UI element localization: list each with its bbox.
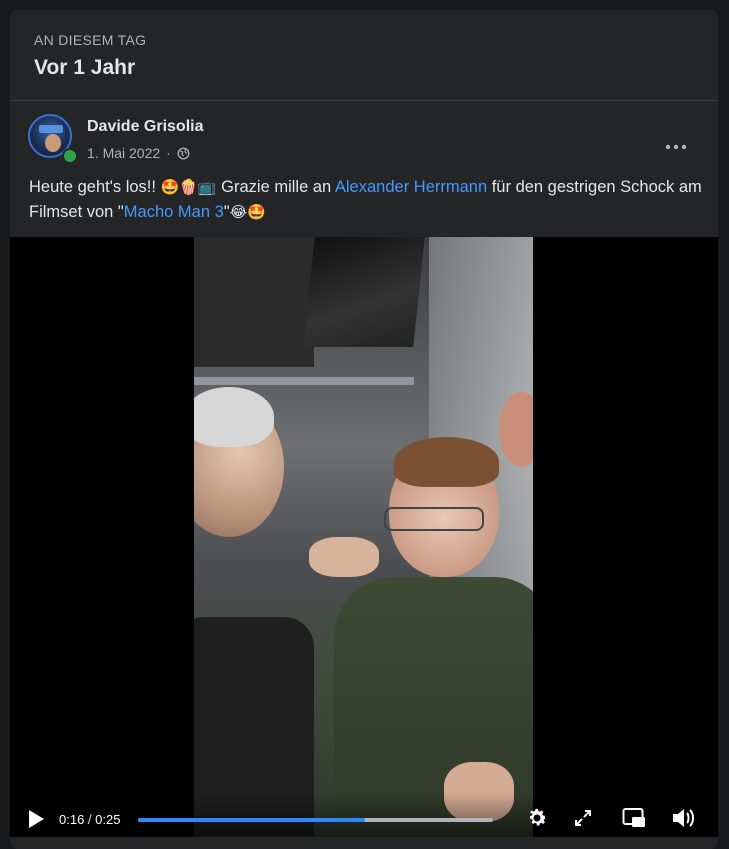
current-time: 0:16 (59, 812, 85, 827)
memory-header: AN DIESEM TAG Vor 1 Jahr (10, 10, 718, 100)
mention-link[interactable]: Alexander Herrmann (335, 178, 487, 196)
meta-separator: · (166, 145, 171, 161)
memory-headline: Vor 1 Jahr (34, 56, 136, 79)
time-display: 0:16 / 0:25 (59, 812, 120, 827)
memory-card: AN DIESEM TAG Vor 1 Jahr Davide Grisolia… (10, 10, 718, 849)
author-name[interactable]: Davide Grisolia (87, 118, 204, 136)
title-link[interactable]: Macho Man 3 (124, 203, 224, 221)
video-scene-rack (194, 377, 414, 385)
post-date[interactable]: 1. Mai 2022 (87, 145, 160, 161)
video-scene-left-hair (194, 387, 274, 447)
video-scene-glasses (384, 507, 484, 531)
post-text: Heute geht's los!! 🤩🍿📺 Grazie mille an A… (29, 175, 709, 225)
volume-icon[interactable] (670, 804, 698, 832)
post-meta: 1. Mai 2022 · (87, 145, 190, 161)
video-scene-banner (194, 237, 314, 367)
memory-eyebrow: AN DIESEM TAG (34, 32, 147, 48)
avatar-screen-shape (39, 125, 63, 133)
more-options-icon (665, 133, 687, 156)
video-player[interactable]: 0:16 / 0:25 (10, 237, 718, 837)
avatar-face-shape (45, 134, 61, 152)
picture-in-picture-icon[interactable] (620, 804, 648, 832)
settings-icon[interactable] (523, 804, 551, 832)
more-options-button[interactable] (658, 126, 694, 162)
emoji-group-2: 😂🤩 (229, 204, 266, 221)
video-controls: 0:16 / 0:25 (10, 792, 718, 837)
emoji-group-1: 🤩🍿📺 (160, 179, 217, 196)
video-scene-flag (303, 237, 425, 347)
video-scene-right-hair (394, 437, 499, 487)
post-text-part1: Heute geht's los!! (29, 178, 161, 196)
play-icon[interactable] (26, 808, 46, 830)
post-header: Davide Grisolia 1. Mai 2022 · (10, 110, 718, 170)
online-status-icon (62, 148, 78, 164)
divider (10, 100, 718, 101)
duration: 0:25 (95, 812, 121, 827)
video-scene-hand (309, 537, 379, 577)
progress-fill (138, 818, 366, 822)
post-text-part2: Grazie mille an (216, 178, 335, 196)
video-frame (194, 237, 533, 837)
time-separator: / (84, 812, 96, 827)
fullscreen-icon[interactable] (569, 804, 597, 832)
progress-bar[interactable] (138, 818, 493, 822)
globe-icon[interactable] (177, 147, 190, 160)
